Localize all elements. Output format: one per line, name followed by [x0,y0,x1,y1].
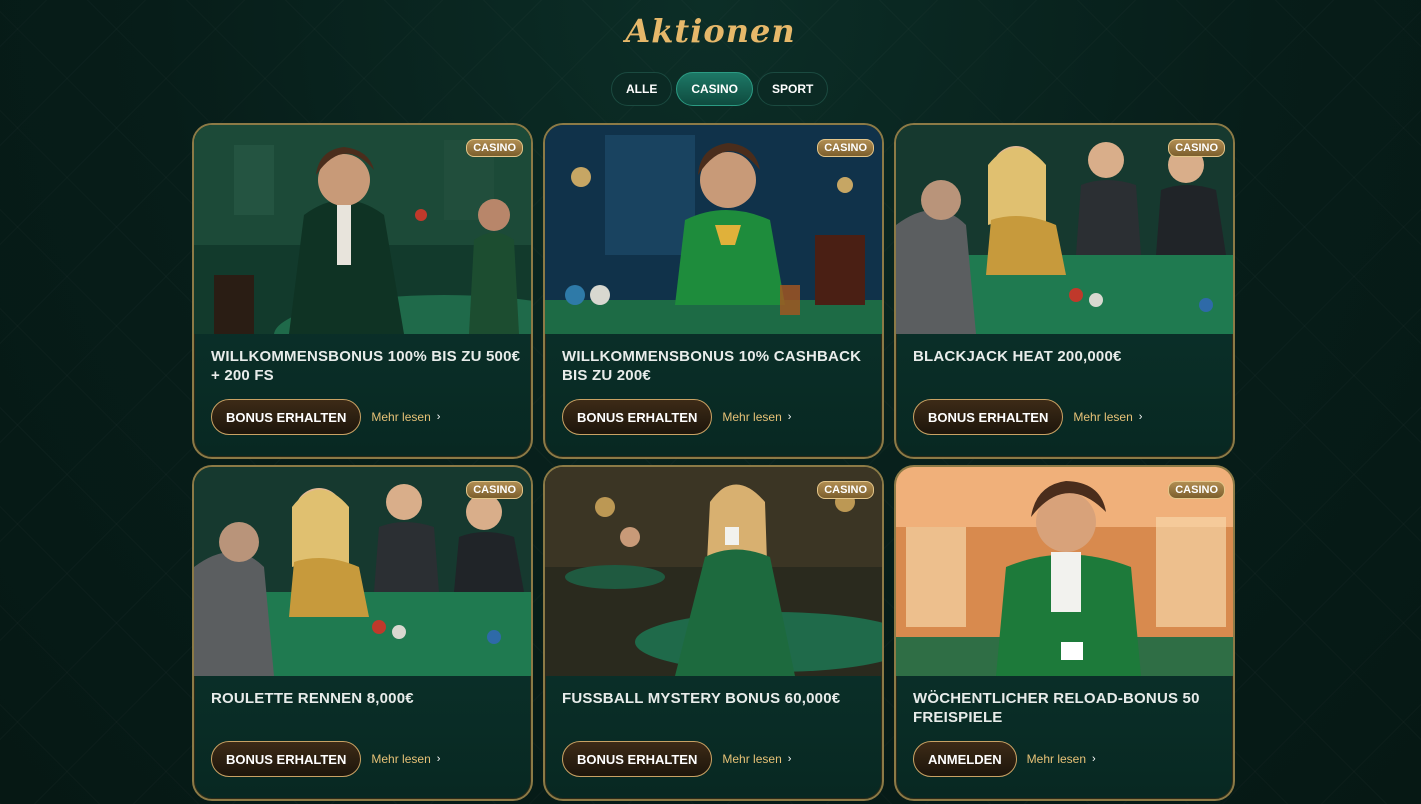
read-more-label: Mehr lesen [722,410,782,424]
read-more-label: Mehr lesen [1026,752,1087,766]
page-title: Aktionen [625,12,796,50]
read-more-link[interactable]: Mehr lesen › [371,752,440,766]
casino-badge: CASINO [1168,139,1225,157]
promo-card-blackjack-heat: CASINO BLACKJACK HEAT 200,000€ BONUS ERH… [894,123,1235,459]
promo-actions: BONUS ERHALTEN Mehr lesen › [211,741,440,777]
chevron-right-icon: › [787,411,792,423]
promo-title: BLACKJACK HEAT 200,000€ [913,348,1122,365]
promo-title: FUSSBALL MYSTERY BONUS 60,000€ [562,690,841,707]
chevron-right-icon: › [436,411,441,423]
tab-sport[interactable]: SPORT [757,72,829,106]
register-button[interactable]: ANMELDEN [913,741,1017,777]
promotions-grid: CASINO WILLKOMMENSBONUS 100% BIS ZU 500€… [192,123,1235,801]
chevron-right-icon: › [1092,753,1096,765]
casino-badge: CASINO [466,139,523,157]
promo-image: CASINO [194,125,531,334]
promo-actions: ANMELDEN Mehr lesen › [913,741,1096,777]
promo-card-football-mystery: CASINO FUSSBALL MYSTERY BONUS 60,000€ BO… [543,465,884,801]
read-more-link[interactable]: Mehr lesen › [1027,752,1096,766]
promo-title: ROULETTE RENNEN 8,000€ [211,690,414,707]
promo-image: CASINO [194,467,531,676]
casino-badge: CASINO [1168,481,1225,499]
casino-badge: CASINO [817,481,874,499]
read-more-link[interactable]: Mehr lesen › [371,410,440,424]
tab-alle[interactable]: ALLE [611,72,673,106]
promo-title: WILLKOMMENSBONUS 10% CASHBACK BIS ZU 200… [562,348,862,384]
promo-image: CASINO [896,467,1233,676]
read-more-link[interactable]: Mehr lesen › [722,752,791,766]
promo-card-roulette-race: CASINO ROULETTE RENNEN 8,000€ BONUS ERHA… [192,465,533,801]
promo-card-weekly-reload: CASINO WÖCHENTLICHER RELOAD-BONUS 50 FRE… [894,465,1235,801]
promo-image: CASINO [545,467,882,676]
promo-actions: BONUS ERHALTEN Mehr lesen › [211,399,440,435]
read-more-link[interactable]: Mehr lesen › [1073,410,1142,424]
promo-title: WÖCHENTLICHER RELOAD-BONUS 50 FREISPIELE [913,690,1200,726]
read-more-link[interactable]: Mehr lesen › [722,410,791,424]
chevron-right-icon: › [436,753,441,765]
get-bonus-button[interactable]: BONUS ERHALTEN [562,399,713,435]
chevron-right-icon: › [1138,411,1143,423]
casino-badge: CASINO [466,481,523,499]
read-more-label: Mehr lesen [371,752,431,766]
promo-image: CASINO [896,125,1233,334]
get-bonus-button[interactable]: BONUS ERHALTEN [211,399,362,435]
promo-filter-tabs: ALLE CASINO SPORT [611,72,829,106]
promo-actions: BONUS ERHALTEN Mehr lesen › [913,399,1142,435]
promo-title: WILLKOMMENSBONUS 100% BIS ZU 500€ + 200 … [211,348,521,384]
read-more-label: Mehr lesen [371,410,431,424]
read-more-label: Mehr lesen [722,752,782,766]
chevron-right-icon: › [787,753,792,765]
get-bonus-button[interactable]: BONUS ERHALTEN [913,399,1064,435]
read-more-label: Mehr lesen [1073,410,1133,424]
casino-badge: CASINO [817,139,874,157]
promo-card-welcome-100: CASINO WILLKOMMENSBONUS 100% BIS ZU 500€… [192,123,533,459]
promo-image: CASINO [545,125,882,334]
tab-casino[interactable]: CASINO [676,72,754,106]
get-bonus-button[interactable]: BONUS ERHALTEN [562,741,713,777]
promo-actions: BONUS ERHALTEN Mehr lesen › [562,741,791,777]
promo-card-welcome-cashback: CASINO WILLKOMMENSBONUS 10% CASHBACK BIS… [543,123,884,459]
promo-actions: BONUS ERHALTEN Mehr lesen › [562,399,791,435]
get-bonus-button[interactable]: BONUS ERHALTEN [211,741,362,777]
